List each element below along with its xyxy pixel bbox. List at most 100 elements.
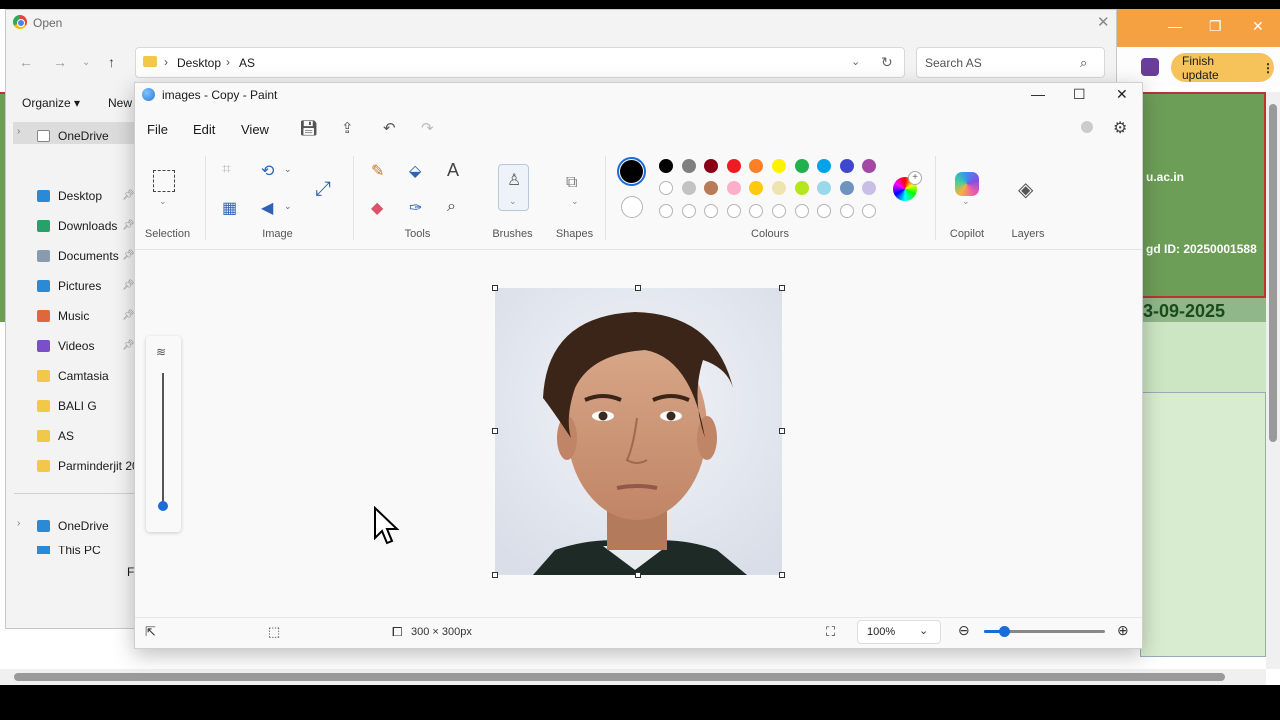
color-swatch[interactable] (726, 181, 741, 195)
brush-size-track[interactable] (162, 373, 164, 506)
refresh-icon[interactable]: ↻ (881, 54, 893, 71)
zoom-in-icon[interactable]: ⊕ (1117, 622, 1129, 639)
color-picker-icon[interactable]: ✑ (409, 198, 422, 218)
menu-edit[interactable]: Edit (193, 122, 215, 137)
nav-item[interactable]: Music (37, 306, 89, 326)
nav-item[interactable]: BALI G (37, 396, 97, 416)
browser-close-icon[interactable]: ✕ (1252, 18, 1264, 35)
share-icon[interactable]: ⇪ (341, 119, 354, 137)
browser-minimize-icon[interactable]: — (1168, 18, 1182, 34)
menu-file[interactable]: File (147, 122, 168, 137)
edit-colors-icon[interactable] (893, 171, 922, 201)
minimize-icon[interactable]: — (1031, 86, 1045, 102)
color-swatch[interactable] (794, 159, 809, 173)
color-swatch[interactable] (659, 181, 673, 195)
breadcrumb-desktop[interactable]: Desktop (177, 56, 221, 70)
custom-color-slot[interactable] (659, 204, 673, 218)
color-swatch[interactable] (681, 159, 696, 173)
vertical-scroll-thumb[interactable] (1269, 104, 1277, 442)
resize-handle[interactable] (779, 285, 785, 291)
forward-icon[interactable]: → (53, 54, 67, 70)
resize-handle[interactable] (492, 428, 498, 434)
pencil-icon[interactable]: ✎ (371, 161, 384, 181)
primary-color-swatch[interactable] (617, 157, 646, 186)
resize-handle[interactable] (635, 572, 641, 578)
undo-icon[interactable]: ↶ (383, 119, 396, 137)
remove-background-icon[interactable]: ▦ (222, 198, 237, 218)
resize-handle[interactable] (492, 285, 498, 291)
custom-color-slot[interactable] (772, 204, 786, 218)
layers-icon[interactable]: ◈ (1018, 177, 1033, 202)
nav-item[interactable]: Videos (37, 336, 94, 356)
color-swatch[interactable] (681, 181, 696, 195)
brush-size-knob[interactable] (158, 501, 168, 511)
nav-item[interactable]: Desktop (37, 186, 102, 206)
resize-handle[interactable] (635, 285, 641, 291)
resize-icon[interactable]: ⤢ (315, 178, 331, 201)
chevron-down-icon[interactable]: ⌄ (284, 164, 292, 175)
crop-icon[interactable]: ⌗ (222, 161, 231, 179)
dialog-close-icon[interactable]: ✕ (1097, 13, 1110, 31)
magnifier-icon[interactable]: ⌕ (447, 198, 456, 216)
copilot-icon[interactable] (955, 172, 979, 196)
chevron-down-icon[interactable]: ⌄ (159, 196, 167, 207)
breadcrumb-as[interactable]: AS (239, 56, 255, 70)
nav-item[interactable]: Pictures (37, 276, 101, 296)
settings-icon[interactable]: ⚙ (1113, 118, 1127, 138)
zoom-slider-knob[interactable] (999, 626, 1010, 637)
finish-update-button[interactable]: Finish update ⋮ (1171, 53, 1274, 82)
custom-color-slot[interactable] (839, 204, 854, 218)
nav-item[interactable]: Documents (37, 246, 119, 266)
color-swatch[interactable] (659, 159, 673, 173)
nav-item[interactable]: This PC (37, 546, 101, 554)
color-swatch[interactable] (839, 159, 854, 173)
expand-chevron-icon[interactable]: › (17, 518, 20, 529)
nav-item[interactable]: Parminderjit 20 (37, 456, 139, 476)
resize-handle[interactable] (779, 428, 785, 434)
account-icon[interactable] (1081, 121, 1093, 133)
save-icon[interactable]: 💾︎ (299, 119, 318, 137)
nav-item[interactable]: OneDrive (37, 126, 109, 146)
resize-handle[interactable] (779, 572, 785, 578)
organize-button[interactable]: Organize ▾ (22, 96, 80, 110)
text-icon[interactable]: A (447, 160, 459, 181)
nav-item[interactable]: Camtasia (37, 366, 109, 386)
shapes-icon[interactable]: ⧉ (566, 174, 577, 192)
rotate-icon[interactable]: ⟲ (261, 161, 274, 181)
up-folder-icon[interactable]: ↑ (108, 54, 115, 70)
eraser-icon[interactable]: ◆ (371, 198, 383, 218)
color-swatch[interactable] (794, 181, 809, 195)
color-swatch[interactable] (772, 159, 786, 173)
recent-locations-icon[interactable]: ⌄ (82, 57, 90, 68)
selection-tool-icon[interactable] (153, 170, 175, 192)
new-folder-button[interactable]: New (108, 96, 132, 110)
color-swatch[interactable] (726, 159, 741, 173)
browser-restore-icon[interactable]: ❐ (1209, 18, 1222, 35)
custom-color-slot[interactable] (726, 204, 741, 218)
secondary-color-swatch[interactable] (621, 196, 643, 218)
flip-icon[interactable]: ◀ (261, 198, 273, 218)
fit-to-window-icon[interactable]: ⛶ (826, 624, 835, 640)
chevron-down-icon[interactable]: ⌄ (284, 201, 292, 212)
fill-icon[interactable]: ⬙ (409, 161, 421, 181)
nav-item[interactable]: AS (37, 426, 74, 446)
menu-view[interactable]: View (241, 122, 269, 137)
canvas-image[interactable] (495, 288, 782, 575)
extension-icon[interactable] (1141, 58, 1159, 76)
zoom-out-icon[interactable]: ⊖ (958, 622, 970, 639)
chevron-down-icon[interactable]: ⌄ (571, 196, 579, 207)
resize-handle[interactable] (492, 572, 498, 578)
color-swatch[interactable] (839, 181, 854, 195)
color-swatch[interactable] (772, 181, 786, 195)
nav-item[interactable]: OneDrive (37, 516, 109, 536)
search-icon[interactable]: ⌕ (1080, 55, 1087, 71)
maximize-icon[interactable]: ☐ (1073, 86, 1086, 103)
custom-color-slot[interactable] (794, 204, 809, 218)
expand-chevron-icon[interactable]: › (17, 126, 20, 137)
close-icon[interactable]: ✕ (1116, 86, 1128, 103)
nav-item[interactable]: Downloads (37, 216, 117, 236)
horizontal-scroll-thumb[interactable] (14, 673, 1225, 681)
redo-icon[interactable]: ↷ (421, 119, 434, 137)
custom-color-slot[interactable] (681, 204, 696, 218)
back-icon[interactable]: ← (19, 54, 33, 70)
